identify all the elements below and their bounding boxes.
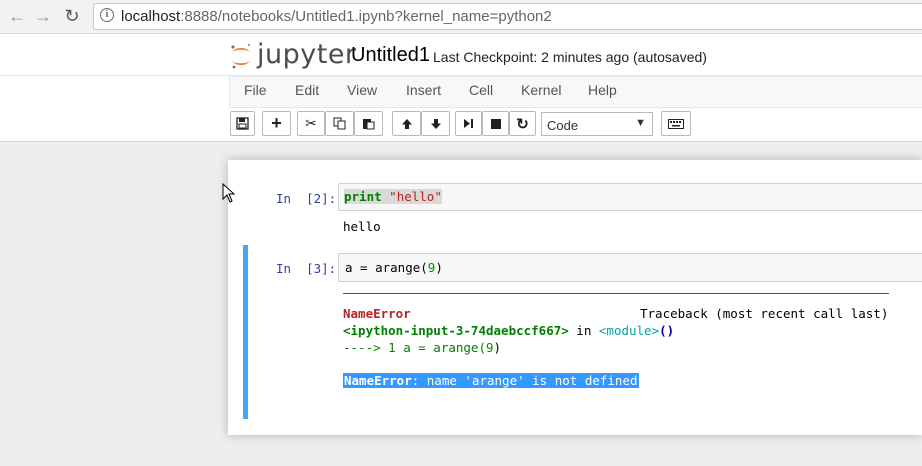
info-icon[interactable]: i xyxy=(100,8,114,22)
menu-kernel[interactable]: Kernel xyxy=(521,82,561,98)
final-error-line: NameError: name 'arange' is not defined xyxy=(343,373,639,388)
menu-help[interactable]: Help xyxy=(588,82,617,98)
url-text[interactable]: localhost:8888/notebooks/Untitled1.ipynb… xyxy=(121,8,552,25)
run-cell-icon[interactable] xyxy=(455,111,482,136)
traceback-location: <ipython-input-3-74daebccf667> in <modul… xyxy=(343,323,674,338)
input-ref: <ipython-input-3-74daebccf667> xyxy=(343,323,569,338)
arrow-suffix: ) xyxy=(493,340,502,355)
cell-prompt: In [2]: xyxy=(276,191,337,206)
menu-cell[interactable]: Cell xyxy=(469,82,493,98)
notebook-name[interactable]: Untitled1 xyxy=(351,44,430,67)
arrow-line-text: ----> 1 a = arange( xyxy=(343,340,486,355)
reload-icon[interactable]: ↻ xyxy=(61,5,83,27)
cell-prompt: In [3]: xyxy=(276,261,337,276)
move-up-icon[interactable] xyxy=(392,111,421,136)
jupyter-logo-text[interactable]: jupyter xyxy=(257,39,357,70)
traceback-label: Traceback (most recent call last) xyxy=(640,306,889,321)
menu-bar xyxy=(229,76,922,108)
move-down-icon[interactable] xyxy=(421,111,450,136)
cell-output: hello xyxy=(343,219,381,234)
mouse-cursor-icon xyxy=(222,183,236,203)
add-cell-icon[interactable]: + xyxy=(262,111,291,136)
code-keyword: print xyxy=(344,189,382,204)
code-line[interactable]: print "hello" xyxy=(344,189,442,204)
module-parens: () xyxy=(659,323,675,338)
forward-arrow-icon[interactable]: → xyxy=(32,5,54,27)
jupyter-logo-icon[interactable] xyxy=(229,41,253,71)
back-arrow-icon[interactable]: ← xyxy=(6,5,28,27)
menu-view[interactable]: View xyxy=(347,82,377,98)
keyboard-icon[interactable] xyxy=(661,111,691,136)
arrow-number: 9 xyxy=(486,340,494,355)
code-text: ) xyxy=(435,260,443,275)
traceback-arrow-line: ----> 1 a = arange(9) xyxy=(343,340,501,355)
code-line[interactable]: a = arange(9) xyxy=(345,260,443,275)
code-string: "hello" xyxy=(389,189,442,204)
checkpoint-status: Last Checkpoint: 2 minutes ago (autosave… xyxy=(433,49,707,65)
menu-file[interactable]: File xyxy=(244,82,267,98)
cell-type-value: Code xyxy=(547,118,579,133)
url-path: :8888/notebooks/Untitled1.ipynb?kernel_n… xyxy=(180,8,552,25)
save-icon[interactable] xyxy=(230,111,255,136)
error-name: NameError xyxy=(343,306,411,321)
traceback-rule xyxy=(343,293,889,294)
url-host: localhost xyxy=(121,8,181,25)
menu-insert[interactable]: Insert xyxy=(406,82,441,98)
in-word: in xyxy=(568,323,599,338)
stop-icon[interactable] xyxy=(482,111,509,136)
restart-kernel-icon[interactable]: ↻ xyxy=(509,111,536,136)
final-error-message: : name 'arange' is not defined xyxy=(411,373,638,388)
menu-edit[interactable]: Edit xyxy=(295,82,319,98)
module-ref: <module> xyxy=(598,323,660,338)
cut-icon[interactable]: ✂ xyxy=(297,111,325,136)
paste-icon[interactable] xyxy=(354,111,383,136)
cell-type-select[interactable]: Code ▼ xyxy=(541,112,653,136)
copy-icon[interactable] xyxy=(325,111,354,136)
dropdown-arrow-icon: ▼ xyxy=(635,117,646,129)
final-error-name: NameError xyxy=(344,373,412,388)
code-text: a = arange( xyxy=(345,260,428,275)
